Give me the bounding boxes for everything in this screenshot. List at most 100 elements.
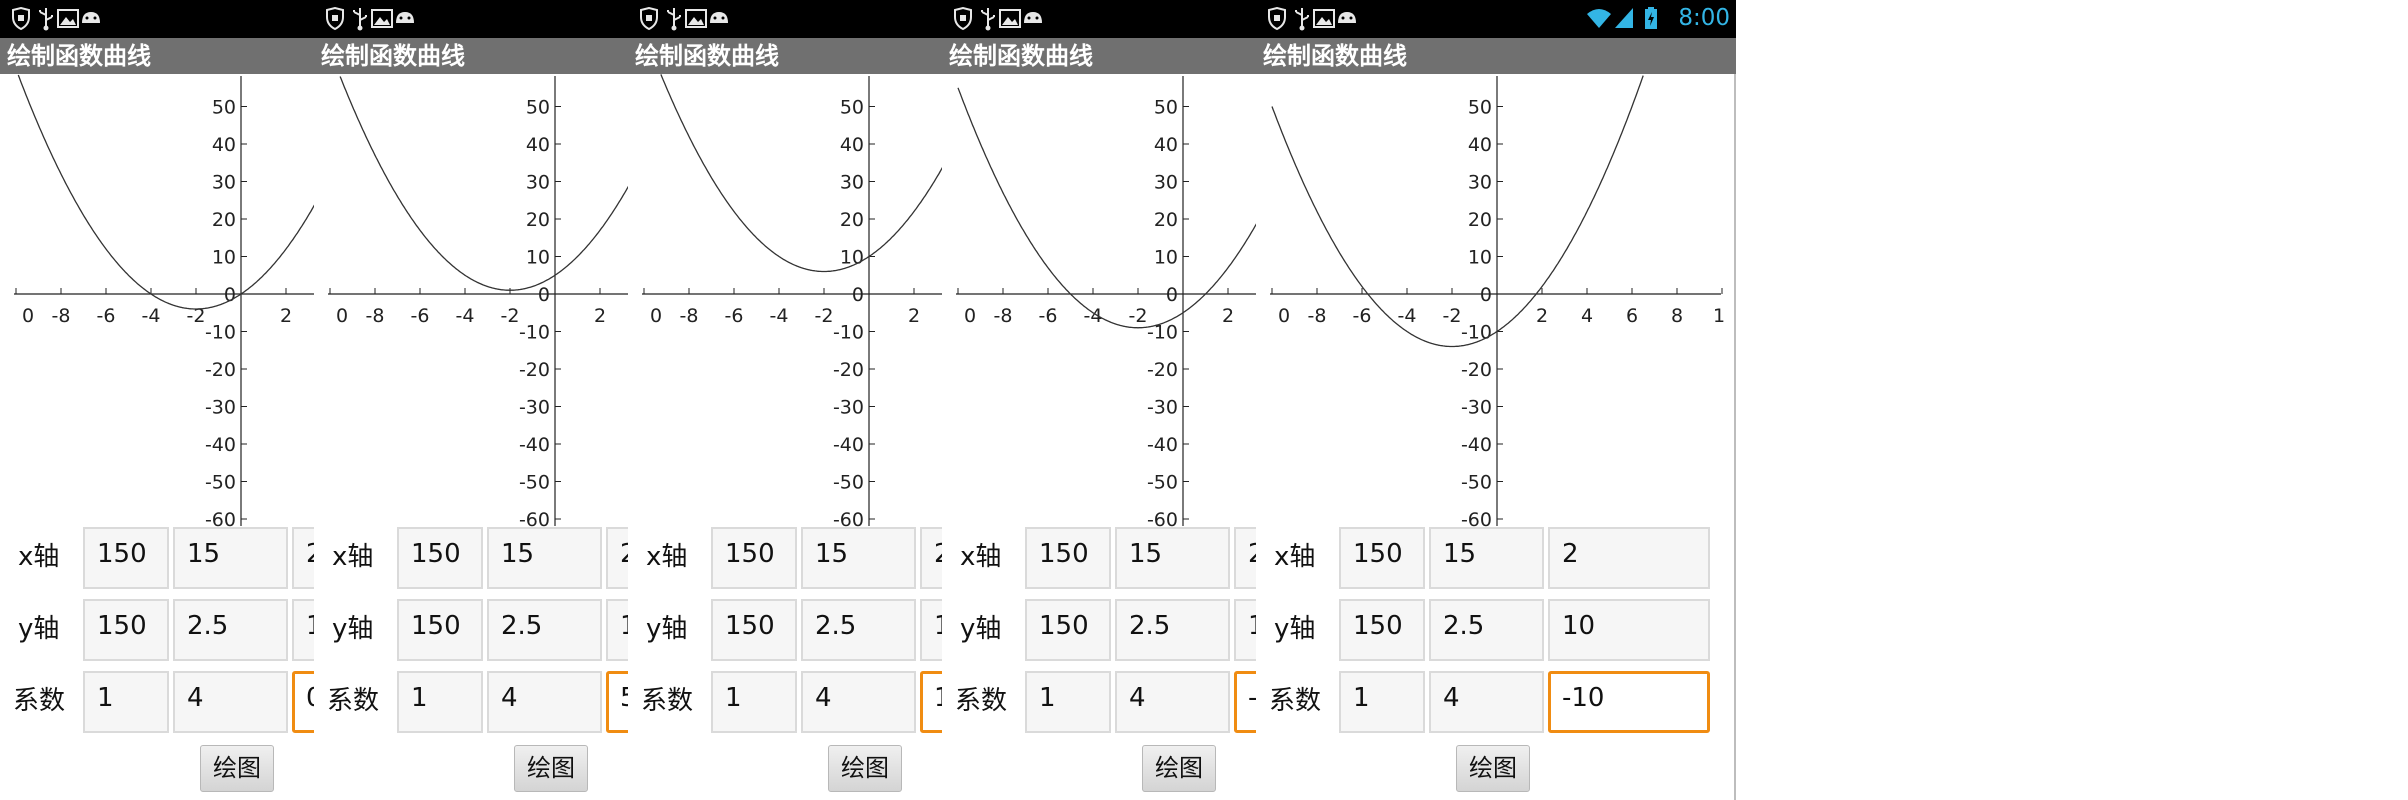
coef-a-field[interactable]: 1 [711, 671, 797, 733]
android-eye [399, 16, 403, 20]
x-tick-label: 2 [908, 305, 920, 327]
y-start-field[interactable]: 150 [711, 599, 797, 661]
coef-b-field[interactable]: 4 [1429, 671, 1544, 733]
y-scale-field[interactable]: 2.5 [1429, 599, 1544, 661]
y-step-field[interactable]: 10 [1548, 599, 1710, 661]
shield-core [646, 15, 652, 21]
shield-core [1274, 15, 1280, 21]
field-value: 2.5 [1443, 611, 1485, 641]
y-start-field[interactable]: 150 [83, 599, 169, 661]
field-value: 4 [1129, 683, 1146, 713]
android-icon [396, 12, 414, 23]
coef-c-field[interactable]: -10 [1548, 671, 1710, 733]
x-start-field[interactable]: 150 [397, 527, 483, 589]
field-value: 15 [501, 539, 535, 569]
y-tick-label: -10 [833, 322, 864, 344]
field-value: 150 [97, 611, 147, 641]
y-tick-label: -60 [833, 509, 864, 528]
picture-mountain [1316, 17, 1332, 25]
field-value: 150 [411, 611, 461, 641]
y-tick-label: -20 [833, 359, 864, 381]
field-value: 1 [1353, 683, 1370, 713]
android-eye [1341, 16, 1345, 20]
x-start-field[interactable]: 150 [1025, 527, 1111, 589]
picture-icon [1313, 9, 1335, 28]
x-start-field[interactable]: 150 [1339, 527, 1425, 589]
y-tick-label: 30 [212, 172, 236, 194]
x-step-field[interactable]: 2 [1548, 527, 1710, 589]
x-scale-field[interactable]: 15 [1429, 527, 1544, 589]
x-start-field[interactable]: 150 [83, 527, 169, 589]
y-tick-label: -60 [1461, 509, 1492, 528]
coef-b-field[interactable]: 4 [487, 671, 602, 733]
signal-icon [1615, 8, 1633, 28]
draw-button[interactable]: 绘图 [514, 745, 588, 792]
x-tick-label: 1 [1713, 305, 1725, 327]
y-scale-field[interactable]: 2.5 [1115, 599, 1230, 661]
y-axis-label: y轴 [960, 614, 1002, 644]
draw-button[interactable]: 绘图 [1142, 745, 1216, 792]
battery-tip [1648, 7, 1654, 9]
title-bar: 绘制函数曲线 [1256, 38, 1736, 74]
x-start-field[interactable]: 150 [711, 527, 797, 589]
coef-b-field[interactable]: 4 [801, 671, 916, 733]
coef-a-field[interactable]: 1 [397, 671, 483, 733]
x-scale-field[interactable]: 15 [173, 527, 288, 589]
x-scale-field[interactable]: 15 [487, 527, 602, 589]
coef-a-field[interactable]: 1 [1025, 671, 1111, 733]
usb-base [671, 25, 677, 31]
app-title: 绘制函数曲线 [635, 42, 779, 70]
android-eye [85, 16, 89, 20]
usb-base [985, 25, 991, 31]
shield-core [332, 15, 338, 21]
y-tick-label: -40 [1147, 434, 1178, 456]
y-scale-field[interactable]: 2.5 [173, 599, 288, 661]
x-tick-label: -6 [1039, 305, 1058, 327]
field-value: 1 [1039, 683, 1056, 713]
y-tick-label: -50 [1147, 472, 1178, 494]
x-tick-label: -2 [815, 305, 834, 327]
x-scale-field[interactable]: 15 [801, 527, 916, 589]
x-tick-label: -8 [994, 305, 1013, 327]
draw-button[interactable]: 绘图 [200, 745, 274, 792]
field-value: 150 [1353, 539, 1403, 569]
x-tick-label: -8 [680, 305, 699, 327]
x-tick-label: 0 [336, 305, 348, 327]
coef-a-field[interactable]: 1 [83, 671, 169, 733]
android-eye [713, 16, 717, 20]
y-tick-label: 10 [526, 247, 550, 269]
y-start-field[interactable]: 150 [1025, 599, 1111, 661]
picture-icon [371, 9, 393, 28]
y-tick-label: 30 [840, 172, 864, 194]
field-value: 4 [187, 683, 204, 713]
wifi-icon [1587, 9, 1611, 28]
coef-b-field[interactable]: 4 [1115, 671, 1230, 733]
y-start-field[interactable]: 150 [397, 599, 483, 661]
y-tick-label: 40 [840, 134, 864, 156]
coef-a-field[interactable]: 1 [1339, 671, 1425, 733]
android-eye [93, 16, 97, 20]
x-tick-label: -6 [411, 305, 430, 327]
field-value: 15 [1443, 539, 1477, 569]
draw-button[interactable]: 绘图 [1456, 745, 1530, 792]
field-value: 15 [187, 539, 221, 569]
y-start-field[interactable]: 150 [1339, 599, 1425, 661]
x-scale-field[interactable]: 15 [1115, 527, 1230, 589]
y-tick-label: -30 [519, 397, 550, 419]
x-axis-label: x轴 [960, 542, 1002, 572]
draw-button[interactable]: 绘图 [828, 745, 902, 792]
coef-b-field[interactable]: 4 [173, 671, 288, 733]
field-value: 4 [815, 683, 832, 713]
usb-base [1299, 25, 1305, 31]
function-plot: 0 -8 -6 -4 -2 2 4 6 8 1 50 40 30 20 10 0 -10 -20 -30 -40 -50… [1270, 75, 1725, 528]
x-axis-label: x轴 [332, 542, 374, 572]
field-value: 150 [725, 611, 775, 641]
y-scale-field[interactable]: 2.5 [801, 599, 916, 661]
y-tick-label: -40 [1461, 434, 1492, 456]
x-tick-label: 2 [280, 305, 292, 327]
y-tick-label: -50 [833, 472, 864, 494]
y-tick-label: 20 [1468, 209, 1492, 231]
y-tick-label: -10 [519, 322, 550, 344]
x-tick-label: -8 [52, 305, 71, 327]
y-scale-field[interactable]: 2.5 [487, 599, 602, 661]
